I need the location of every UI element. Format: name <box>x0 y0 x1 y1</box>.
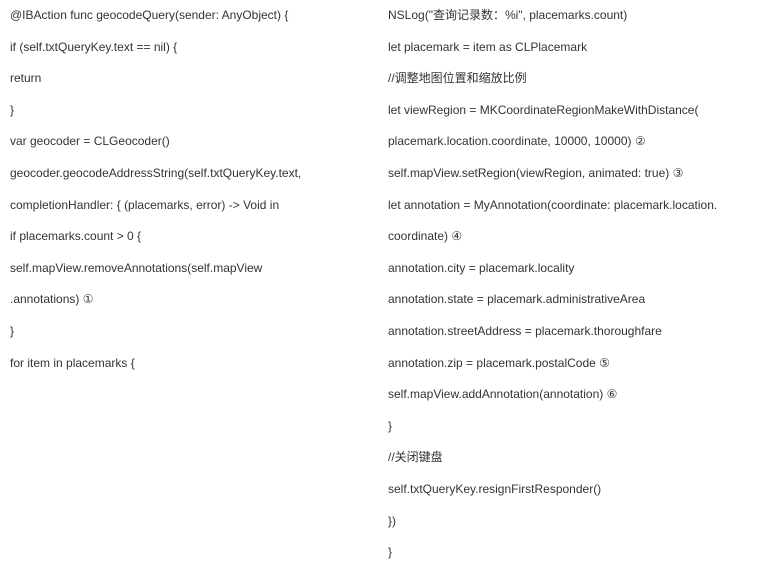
code-line: let placemark = item as CLPlacemark <box>388 40 750 56</box>
code-line: geocoder.geocodeAddressString(self.txtQu… <box>10 166 350 182</box>
code-line: placemark.location.coordinate, 10000, 10… <box>388 134 750 150</box>
code-line: for item in placemarks { <box>10 356 350 372</box>
code-line: if (self.txtQueryKey.text == nil) { <box>10 40 350 56</box>
code-columns: @IBAction func geocodeQuery(sender: AnyO… <box>10 8 750 561</box>
code-line: annotation.state = placemark.administrat… <box>388 292 750 308</box>
code-line: annotation.streetAddress = placemark.tho… <box>388 324 750 340</box>
code-line: let annotation = MyAnnotation(coordinate… <box>388 198 750 214</box>
right-column: NSLog("查询记录数：%i", placemarks.count) let … <box>388 8 750 561</box>
code-line: } <box>388 545 750 561</box>
code-line: } <box>388 419 750 435</box>
code-line: .annotations) ① <box>10 292 350 308</box>
code-line: @IBAction func geocodeQuery(sender: AnyO… <box>10 8 350 24</box>
code-line: if placemarks.count > 0 { <box>10 229 350 245</box>
code-line: NSLog("查询记录数：%i", placemarks.count) <box>388 8 750 24</box>
code-line: annotation.city = placemark.locality <box>388 261 750 277</box>
code-line: var geocoder = CLGeocoder() <box>10 134 350 150</box>
left-column: @IBAction func geocodeQuery(sender: AnyO… <box>10 8 350 561</box>
code-line: coordinate) ④ <box>388 229 750 245</box>
code-line: } <box>10 103 350 119</box>
code-line: self.mapView.setRegion(viewRegion, anima… <box>388 166 750 182</box>
code-comment: //调整地图位置和缩放比例 <box>388 71 750 87</box>
code-line: return <box>10 71 350 87</box>
code-line: }) <box>388 514 750 530</box>
code-line: self.txtQueryKey.resignFirstResponder() <box>388 482 750 498</box>
code-line: let viewRegion = MKCoordinateRegionMakeW… <box>388 103 750 119</box>
code-line: } <box>10 324 350 340</box>
code-comment: //关闭键盘 <box>388 450 750 466</box>
code-line: self.mapView.addAnnotation(annotation) ⑥ <box>388 387 750 403</box>
code-line: self.mapView.removeAnnotations(self.mapV… <box>10 261 350 277</box>
code-line: annotation.zip = placemark.postalCode ⑤ <box>388 356 750 372</box>
code-line: completionHandler: { (placemarks, error)… <box>10 198 350 214</box>
